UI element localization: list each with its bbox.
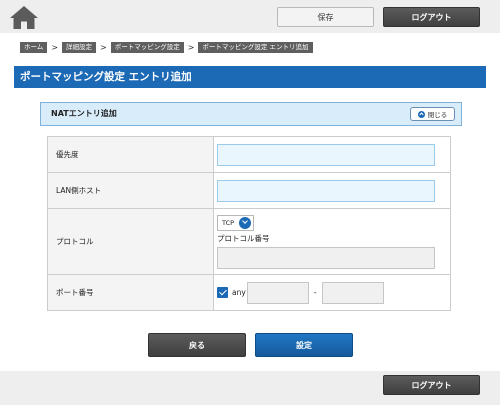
breadcrumb-separator: > [187, 43, 195, 52]
port-any-checkbox[interactable] [217, 287, 228, 298]
lan-host-label: LAN側ホスト [47, 172, 214, 209]
protocol-label: プロトコル [47, 208, 214, 275]
protocol-select[interactable]: TCP [217, 214, 255, 231]
back-button[interactable]: 戻る [148, 333, 246, 357]
page-title: ポートマッピング設定 エントリ追加 [14, 66, 486, 88]
breadcrumb-advanced-settings[interactable]: 詳細設定 [62, 42, 97, 53]
port-range-separator: - [313, 288, 317, 297]
breadcrumb-current-page: ポートマッピング設定 エントリ追加 [198, 42, 313, 53]
form-row-lan-host: LAN側ホスト [47, 172, 451, 209]
port-to-input[interactable] [321, 281, 384, 304]
priority-input[interactable] [217, 143, 435, 166]
breadcrumb-port-mapping[interactable]: ポートマッピング設定 [110, 42, 184, 53]
nat-entry-form: 優先度 LAN側ホスト プロトコル TCP プロトコル番号 ポート番号 any - [47, 136, 451, 311]
save-button[interactable]: 保存 [277, 7, 374, 27]
breadcrumb-home[interactable]: ホーム [20, 42, 48, 53]
protocol-number-label: プロトコル番号 [217, 233, 270, 243]
chevron-down-icon [239, 216, 252, 229]
form-row-port: ポート番号 any - [47, 274, 451, 311]
priority-label: 優先度 [47, 136, 214, 173]
breadcrumb-separator: > [100, 43, 107, 52]
breadcrumb: ホーム > 詳細設定 > ポートマッピング設定 > ポートマッピング設定 エント… [20, 42, 313, 53]
logout-button[interactable]: ログアウト [383, 7, 480, 27]
footer-bar: ログアウト [0, 371, 500, 405]
protocol-number-input[interactable] [217, 246, 435, 269]
footer-logout-button[interactable]: ログアウト [383, 375, 480, 395]
port-any-label: any [232, 288, 246, 297]
home-icon[interactable] [9, 5, 39, 30]
collapse-button[interactable]: 閉じる [410, 107, 455, 121]
collapse-button-label: 閉じる [427, 111, 448, 119]
top-bar: 保存 ログアウト [0, 0, 500, 33]
form-row-priority: 優先度 [47, 136, 451, 173]
chevron-up-icon [417, 110, 425, 118]
protocol-selected-value: TCP [222, 218, 235, 227]
section-header: NATエントリ追加 閉じる [40, 102, 462, 126]
breadcrumb-separator: > [51, 43, 59, 52]
port-label: ポート番号 [47, 274, 214, 311]
lan-host-input[interactable] [217, 179, 435, 202]
submit-button[interactable]: 設定 [255, 333, 353, 357]
port-from-input[interactable] [246, 281, 309, 304]
section-title: NATエントリ追加 [51, 109, 117, 118]
form-row-protocol: プロトコル TCP プロトコル番号 [47, 208, 451, 275]
